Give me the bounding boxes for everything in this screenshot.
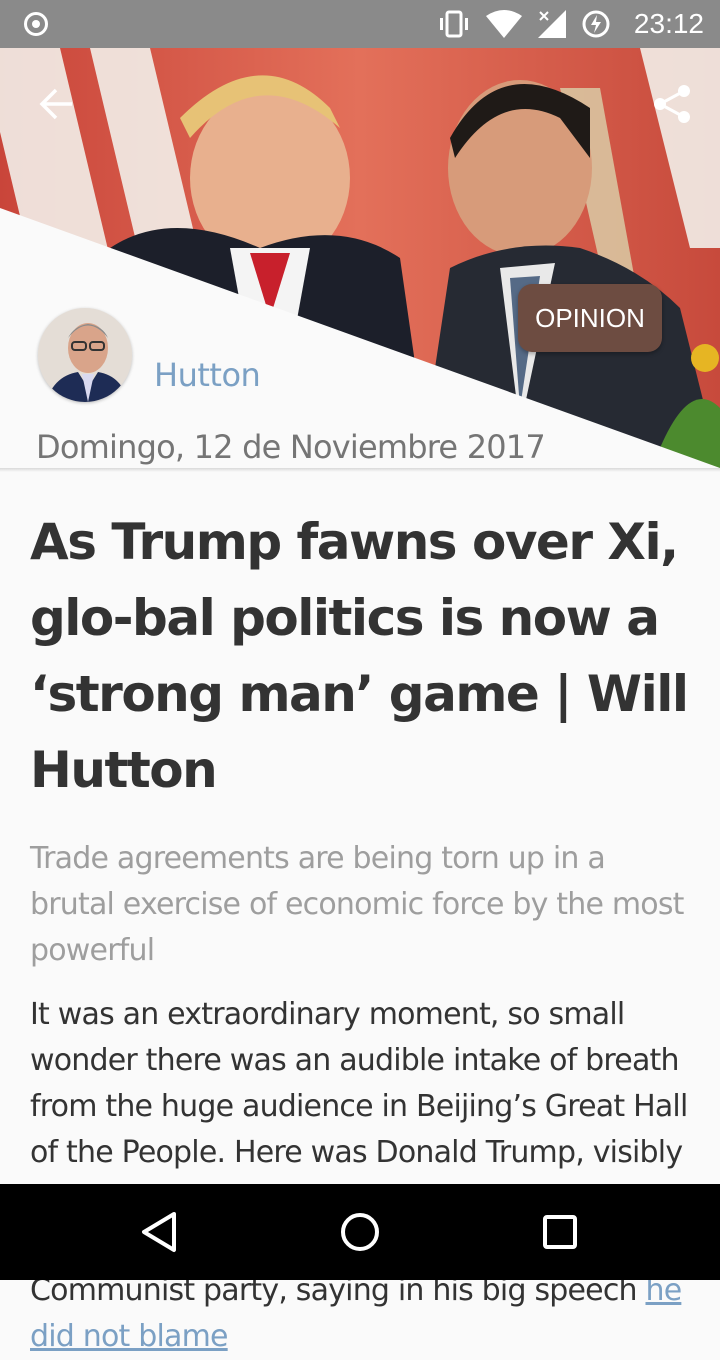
circle-home-icon[interactable] <box>336 1208 384 1256</box>
status-time: 23:12 <box>633 8 704 39</box>
battery-charging-icon <box>582 10 610 38</box>
signal-icon <box>538 10 566 38</box>
back-button[interactable] <box>28 76 84 132</box>
navigation-bar <box>0 1184 720 1280</box>
wifi-icon <box>486 10 522 38</box>
status-bar: 23:12 <box>0 0 720 48</box>
header-divider <box>0 468 720 472</box>
arrow-left-icon <box>39 88 72 120</box>
article-body: It was an extraordinary moment, so small… <box>30 992 690 1360</box>
vibrate-icon <box>440 10 468 38</box>
share-icon <box>654 85 690 123</box>
article-subtitle: Trade agreements are being torn up in a … <box>30 841 684 968</box>
status-icons <box>436 10 610 38</box>
share-button[interactable] <box>644 76 700 132</box>
author-avatar[interactable] <box>38 308 132 402</box>
article-date: Domingo, 12 de Noviembre 2017 <box>36 428 546 466</box>
author-photo <box>38 308 132 402</box>
notification-icon <box>24 12 48 36</box>
article-title: As Trump fawns over Xi, glo-bal politics… <box>30 513 689 799</box>
hero-image <box>0 48 720 468</box>
triangle-back-icon[interactable] <box>136 1208 184 1256</box>
author-name-link[interactable]: Hutton <box>154 356 261 394</box>
hero-diagonal-overlay <box>0 208 720 468</box>
category-badge[interactable]: OPINION <box>518 284 662 352</box>
square-recents-icon[interactable] <box>536 1208 584 1256</box>
